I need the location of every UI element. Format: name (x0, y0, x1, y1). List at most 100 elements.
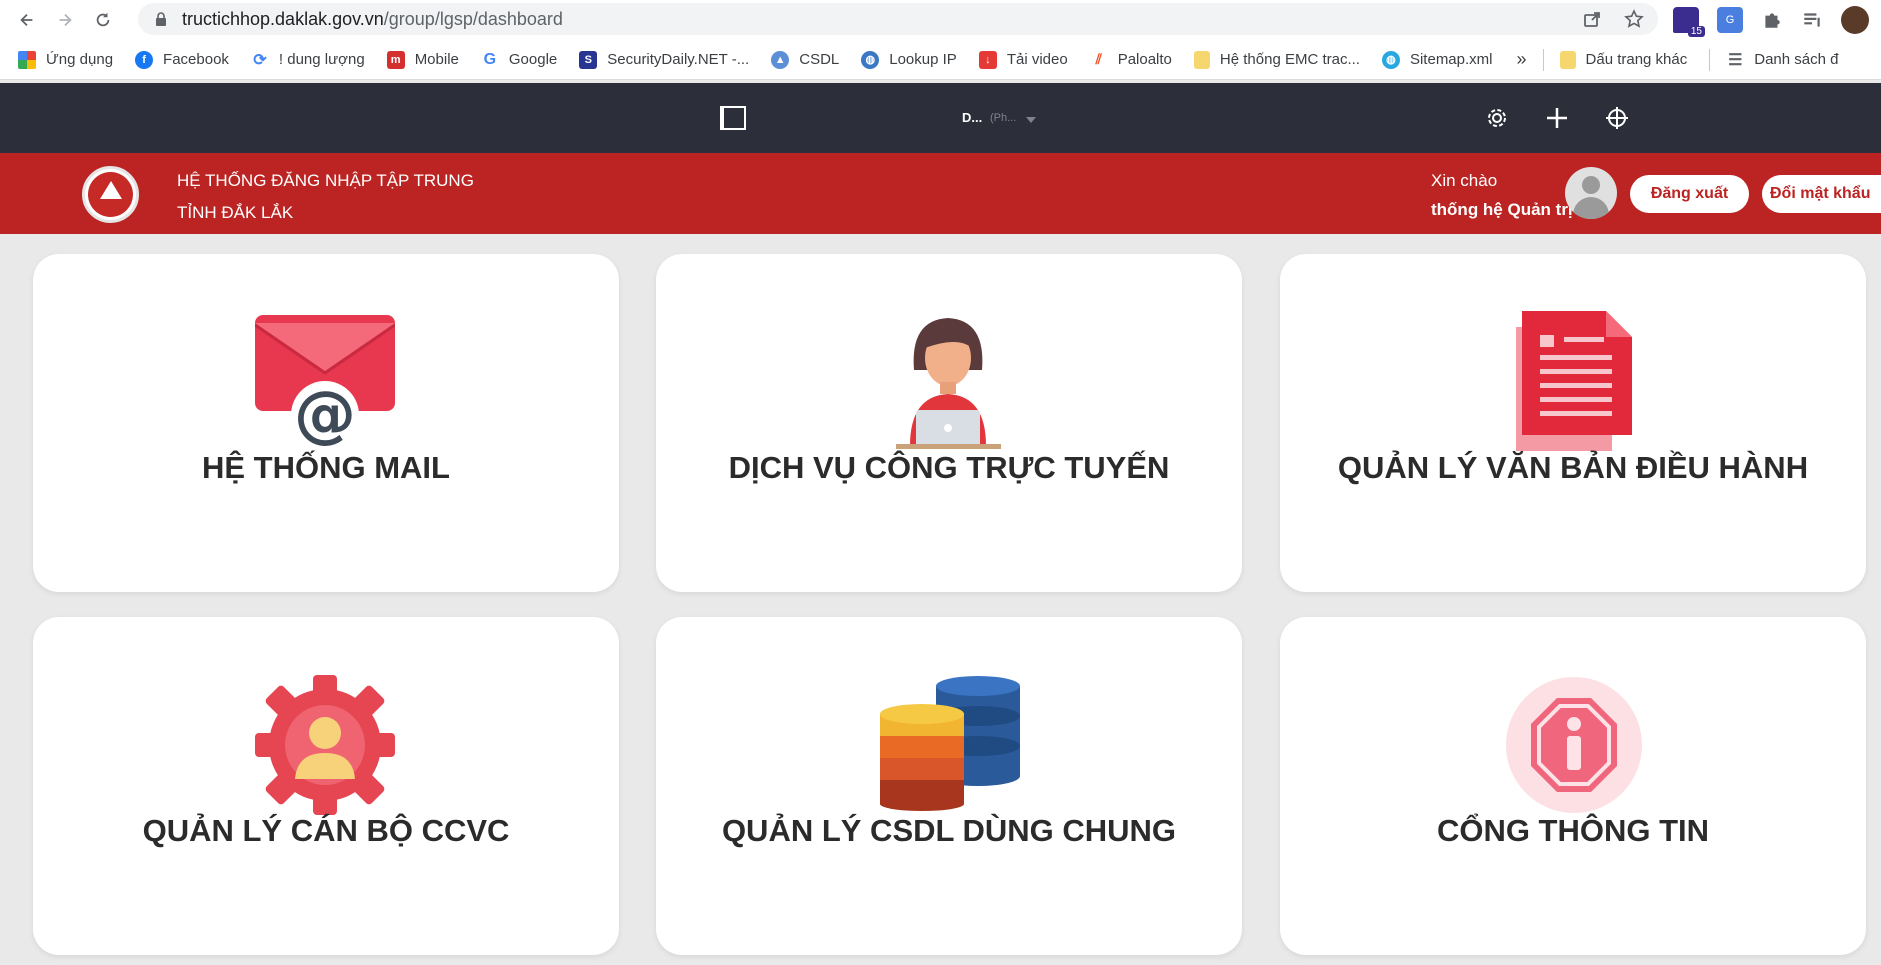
globe-icon: ◍ (1381, 50, 1400, 69)
user-gear-icon (255, 675, 395, 815)
url-bar[interactable]: tructichhop.daklak.gov.vn/group/lgsp/das… (138, 3, 1658, 35)
bookmark-securitydaily[interactable]: S SecurityDaily.NET -... (579, 50, 749, 69)
site-title-line1: HỆ THỐNG ĐĂNG NHẬP TẬP TRUNG (177, 171, 474, 190)
card-information-portal[interactable]: CỔNG THÔNG TIN (1280, 617, 1866, 955)
bookmark-label: Hệ thống EMC trac... (1219, 51, 1360, 68)
bookmark-paloalto[interactable]: ⫽ Paloalto (1090, 51, 1172, 69)
card-title: HỆ THỐNG MAIL (202, 450, 450, 485)
forward-arrow-icon (59, 13, 72, 27)
site-title: HỆ THỐNG ĐĂNG NHẬP TẬP TRUNG TỈNH ĐẮK LẮ… (177, 165, 474, 229)
lock-icon (156, 12, 166, 26)
extensions-area: 15 G (1673, 6, 1869, 37)
card-title: QUẢN LÝ CÁN BỘ CCVC (142, 813, 510, 848)
folder-icon (1193, 50, 1210, 69)
logout-button[interactable]: Đăng xuất (1630, 175, 1749, 213)
bookmark-dung-luong[interactable]: ⟳ ! dung lượng (251, 51, 365, 69)
emblem-icon (88, 172, 133, 217)
user-greeting: Xin chào thống hệ Quản trị (1431, 166, 1573, 224)
url-host: tructichhop.daklak.gov.vn (182, 8, 384, 29)
globe-icon: ◍ (861, 50, 880, 69)
bookmark-label: Dấu trang khác (1585, 51, 1688, 68)
bookmark-apps[interactable]: Ứng dụng (18, 50, 114, 69)
card-title: DỊCH VỤ CÔNG TRỰC TUYẾN (728, 450, 1170, 485)
paloalto-icon: ⫽ (1095, 51, 1102, 67)
reload-button[interactable] (88, 5, 118, 35)
bookmark-label: Tải video (1006, 51, 1068, 68)
bookmark-label: Ứng dụng (46, 51, 114, 68)
bookmark-tai-video[interactable]: ↓ Tải video (978, 50, 1068, 69)
bookmarks-bar: Ứng dụng f Facebook ⟳ ! dung lượng m Mob… (0, 40, 1881, 80)
person-laptop-icon (896, 318, 1001, 449)
media-queue-icon[interactable] (1801, 9, 1823, 31)
bookmark-mobile[interactable]: m Mobile (386, 50, 459, 69)
google-icon: G (483, 50, 497, 68)
bookmark-google[interactable]: G Google (481, 50, 558, 69)
user-avatar[interactable] (1565, 167, 1617, 219)
csdl-icon: ▲ (771, 50, 790, 69)
svg-text:@: @ (294, 377, 356, 450)
bookmarks-more-chevron[interactable]: » (1517, 49, 1527, 70)
reload-icon (96, 12, 110, 27)
card-document-management[interactable]: QUẢN LÝ VĂN BẢN ĐIỀU HÀNH (1280, 254, 1866, 592)
securitydaily-icon: S (579, 50, 598, 69)
facebook-icon: f (135, 50, 154, 69)
reading-list-icon: ☰ (1728, 51, 1743, 69)
card-shared-database[interactable]: QUẢN LÝ CSDL DÙNG CHUNG (656, 617, 1242, 955)
bookmark-csdl[interactable]: ▲ CSDL (771, 50, 840, 69)
greeting-text: Xin chào (1431, 171, 1498, 190)
bookmark-label: CSDL (799, 51, 840, 68)
folder-icon (1559, 50, 1576, 69)
crosshair-icon[interactable] (1604, 105, 1630, 131)
chevron-down-icon[interactable] (1026, 117, 1036, 123)
bookmark-facebook[interactable]: f Facebook (135, 50, 229, 69)
forward-button[interactable] (50, 5, 80, 35)
translate-icon[interactable]: G (1717, 7, 1743, 33)
gear-icon[interactable] (1484, 105, 1510, 131)
bookmark-sitemap[interactable]: ◍ Sitemap.xml (1381, 50, 1493, 69)
star-bookmark-icon[interactable] (1624, 9, 1644, 29)
card-title: QUẢN LÝ CSDL DÙNG CHUNG (721, 813, 1177, 848)
document-subtitle: (Ph... (990, 112, 1017, 124)
download-icon: ↓ (978, 50, 997, 69)
bookmark-lookup-ip[interactable]: ◍ Lookup IP (861, 50, 957, 69)
bookmarks-divider (1542, 48, 1544, 71)
province-logo[interactable] (82, 166, 139, 223)
document-icon (1516, 311, 1632, 451)
bookmark-label: Google (508, 51, 558, 68)
bookmark-label: Mobile (414, 51, 459, 68)
card-staff-management[interactable]: QUẢN LÝ CÁN BỘ CCVC (33, 617, 619, 955)
bookmark-label: Facebook (163, 51, 229, 68)
url-path: /group/lgsp/dashboard (383, 8, 563, 29)
app-toolbar: D... (Ph... (0, 83, 1881, 153)
plus-icon[interactable] (1544, 105, 1570, 131)
bookmark-other-folder[interactable]: Dấu trang khác (1559, 50, 1688, 69)
card-title: QUẢN LÝ VĂN BẢN ĐIỀU HÀNH (1337, 450, 1809, 485)
bookmark-emc[interactable]: Hệ thống EMC trac... (1193, 50, 1360, 69)
card-title: CỔNG THÔNG TIN (1436, 813, 1710, 848)
document-name[interactable]: D... (962, 110, 982, 125)
extension-hat-icon[interactable]: 15 (1673, 7, 1705, 37)
bookmarks-divider (1709, 48, 1711, 71)
sidebar-toggle-icon[interactable] (720, 106, 746, 130)
bookmark-label: Paloalto (1117, 51, 1172, 68)
card-online-public-service[interactable]: DỊCH VỤ CÔNG TRỰC TUYẾN (656, 254, 1242, 592)
profile-avatar[interactable] (1841, 6, 1869, 34)
card-mail-system[interactable]: @ HỆ THỐNG MAIL (33, 254, 619, 592)
reading-list[interactable]: ☰ Danh sách đ (1726, 51, 1838, 69)
bookmark-label: ! dung lượng (278, 51, 365, 68)
user-name: thống hệ Quản trị (1431, 200, 1573, 219)
reading-list-label: Danh sách đ (1754, 51, 1839, 68)
mail-icon: @ (255, 315, 395, 450)
bookmark-label: Lookup IP (889, 51, 957, 68)
back-arrow-icon (20, 13, 33, 27)
share-icon[interactable] (1582, 9, 1602, 29)
puzzle-extensions-icon[interactable] (1761, 9, 1783, 31)
database-icon (880, 676, 1020, 811)
mobile-icon: m (386, 50, 405, 69)
site-title-line2: TỈNH ĐẮK LẮK (177, 203, 294, 222)
bookmark-label: Sitemap.xml (1409, 51, 1493, 68)
sync-icon: ⟳ (253, 51, 267, 69)
extension-badge: 15 (1687, 26, 1705, 37)
back-button[interactable] (12, 5, 42, 35)
change-password-button[interactable]: Đổi mật khẩu (1762, 175, 1881, 213)
